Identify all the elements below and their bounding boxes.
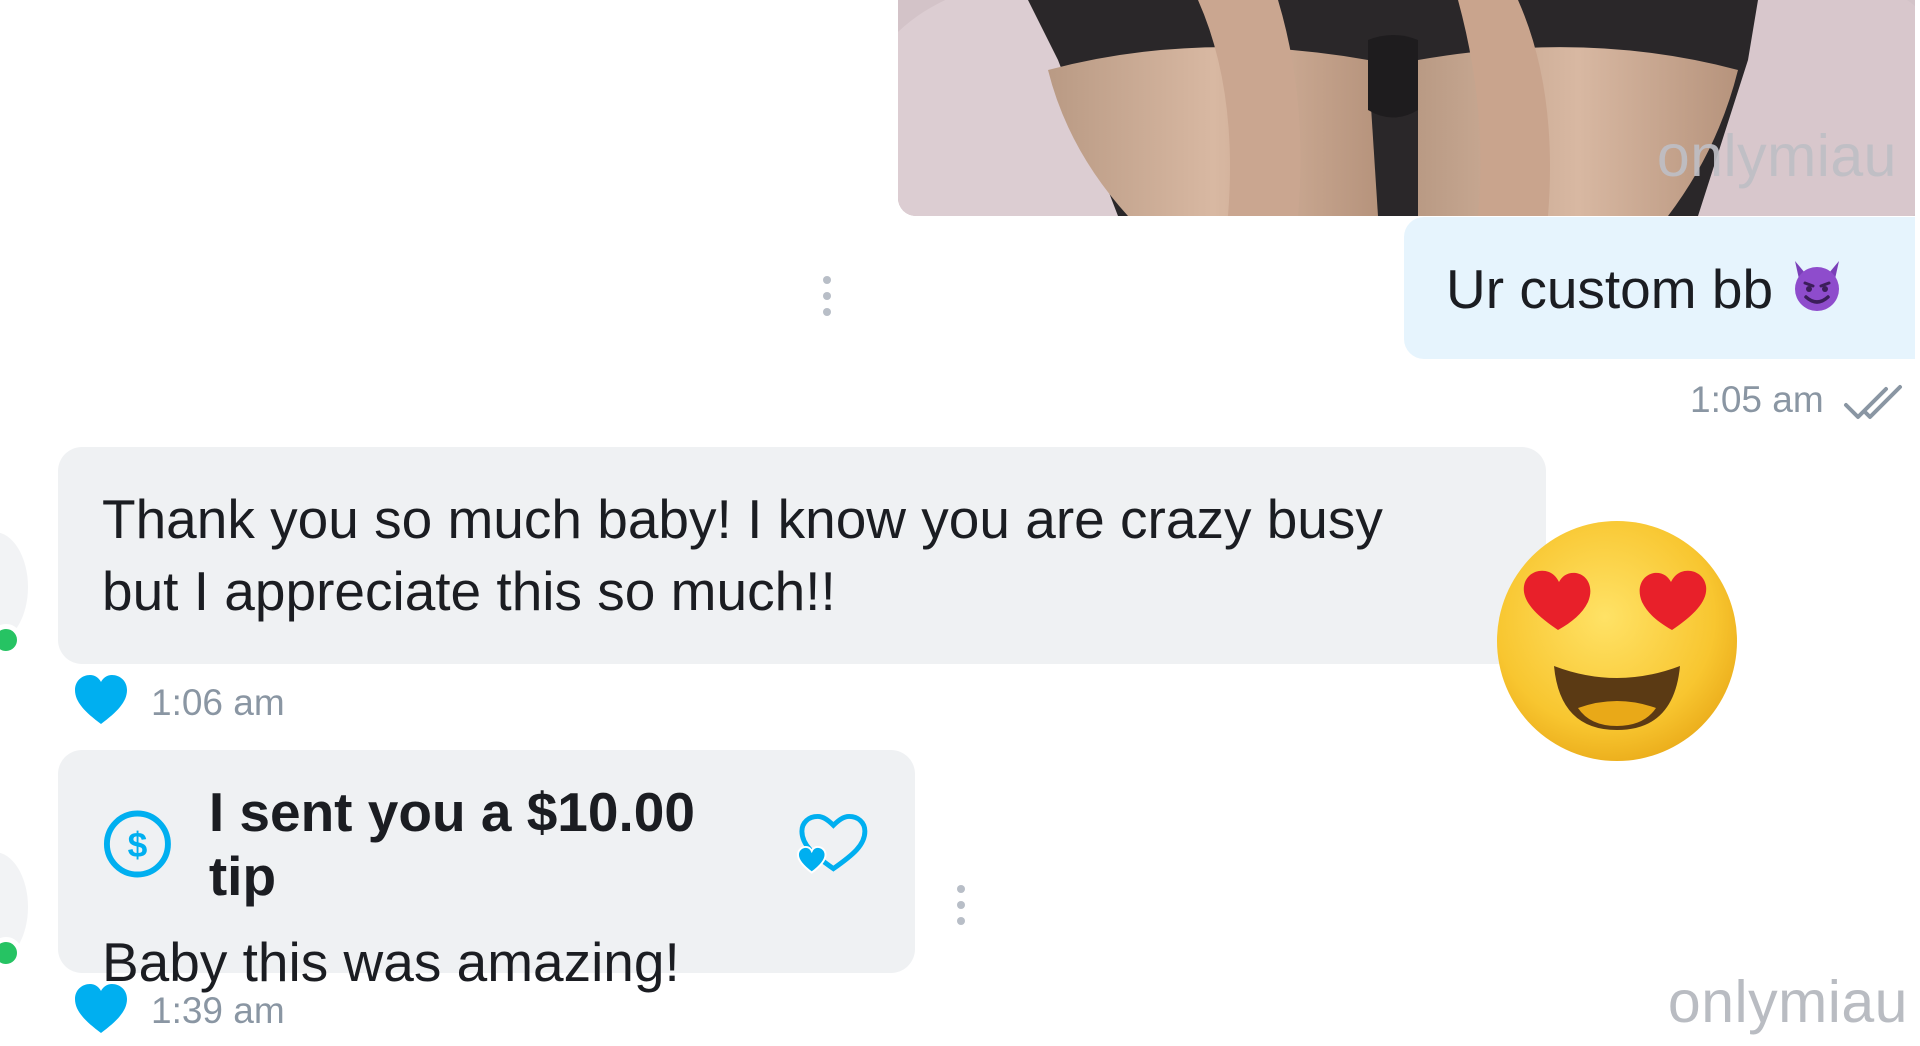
heart-eyes-emoji-icon [1497, 521, 1737, 761]
tip-heart-icon[interactable] [796, 813, 871, 875]
incoming-message-bubble[interactable]: Thank you so much baby! I know you are c… [58, 447, 1546, 664]
like-heart-icon[interactable] [73, 674, 129, 726]
dot-icon [823, 276, 831, 284]
tip-message-bubble[interactable]: $ I sent you a $10.00 tip Baby this was … [58, 750, 915, 993]
tip-label: I sent you a $10.00 tip [208, 781, 695, 907]
online-status-indicator [0, 624, 22, 656]
dot-icon [957, 901, 965, 909]
dot-icon [957, 917, 965, 925]
incoming-message-time: 1:06 am [151, 682, 285, 723]
tip-dollar-icon: $ [103, 810, 171, 878]
outgoing-message-bubble[interactable]: Ur custom bb [1404, 217, 1915, 359]
message-options-button[interactable] [822, 276, 832, 316]
svg-text:$: $ [128, 825, 148, 865]
incoming-message-text-line: but I appreciate this so much!! [102, 560, 836, 622]
double-check-icon [1844, 385, 1902, 419]
media-watermark: onlymiau [1656, 123, 1897, 189]
incoming-message-text-line: Thank you so much baby! I know you are c… [102, 488, 1383, 550]
outgoing-message-text: Ur custom bb [1446, 258, 1774, 320]
tip-message-text: Baby this was amazing! [102, 931, 680, 993]
message-options-button[interactable] [956, 885, 966, 925]
dot-icon [823, 308, 831, 316]
outgoing-message-time: 1:05 am [1690, 379, 1824, 420]
like-heart-icon[interactable] [73, 983, 129, 1035]
watermark: onlymiau [1667, 969, 1908, 1035]
dot-icon [957, 885, 965, 893]
dot-icon [823, 292, 831, 300]
smiling-devil-icon [1795, 261, 1840, 311]
incoming-message-time: 1:39 am [151, 990, 285, 1031]
sent-media-image[interactable]: onlymiau [898, 0, 1915, 216]
